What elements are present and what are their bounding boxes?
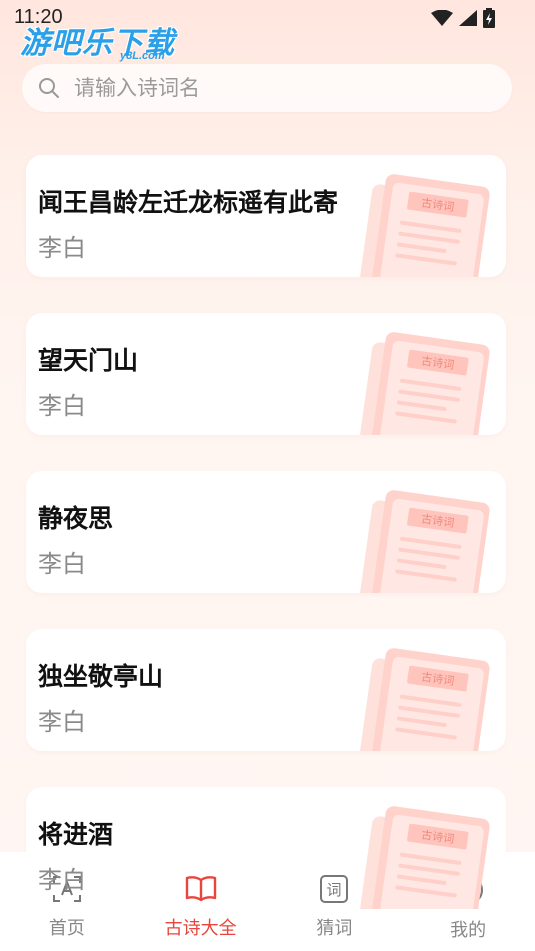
signal-icon (459, 10, 477, 26)
tab-label: 古诗大全 (164, 918, 237, 939)
tab-label: 首页 (48, 918, 85, 939)
poem-author: 李白 (38, 392, 86, 420)
poem-author: 李白 (38, 234, 86, 262)
book-open-icon (185, 876, 216, 902)
poem-title: 独坐敬亭山 (38, 662, 164, 691)
book-illustration-icon: 古诗词 (358, 490, 490, 593)
poem-card[interactable]: 闻王昌龄左迁龙标遥有此寄 李白 古诗词 (26, 155, 506, 277)
book-illustration-icon: 古诗词 (358, 174, 490, 277)
search-bar[interactable] (22, 64, 512, 112)
poem-card[interactable]: 独坐敬亭山 李白 古诗词 (26, 629, 506, 751)
poem-title: 望天门山 (38, 346, 139, 375)
poem-card[interactable]: 静夜思 李白 古诗词 (26, 471, 506, 593)
book-illustration-icon: 古诗词 (358, 806, 490, 909)
tab-label: 我的 (450, 920, 487, 941)
poem-author: 李白 (38, 708, 86, 736)
status-icons (431, 8, 495, 28)
search-input[interactable] (74, 76, 474, 100)
poem-author: 李白 (38, 866, 86, 894)
poem-title: 将进酒 (38, 820, 114, 849)
poem-card[interactable]: 望天门山 李白 古诗词 (26, 313, 506, 435)
tab-label: 猜词 (316, 918, 353, 939)
poem-title: 闻王昌龄左迁龙标遥有此寄 (38, 188, 339, 217)
poem-title: 静夜思 (38, 504, 114, 533)
battery-icon (483, 8, 495, 28)
wifi-icon (431, 10, 453, 26)
tab-poems[interactable]: 古诗大全 (134, 852, 268, 951)
poem-author: 李白 (38, 550, 86, 578)
watermark-url: y8L.com (120, 50, 165, 62)
book-illustration-icon: 古诗词 (358, 648, 490, 751)
word-box-icon: 词 (320, 875, 349, 903)
poem-list: 闻王昌龄左迁龙标遥有此寄 李白 古诗词 望天门山 李白 古诗词 静夜思 李白 古… (26, 155, 506, 945)
word-box-glyph: 词 (327, 881, 342, 899)
search-icon (39, 78, 59, 98)
book-illustration-icon: 古诗词 (358, 332, 490, 435)
